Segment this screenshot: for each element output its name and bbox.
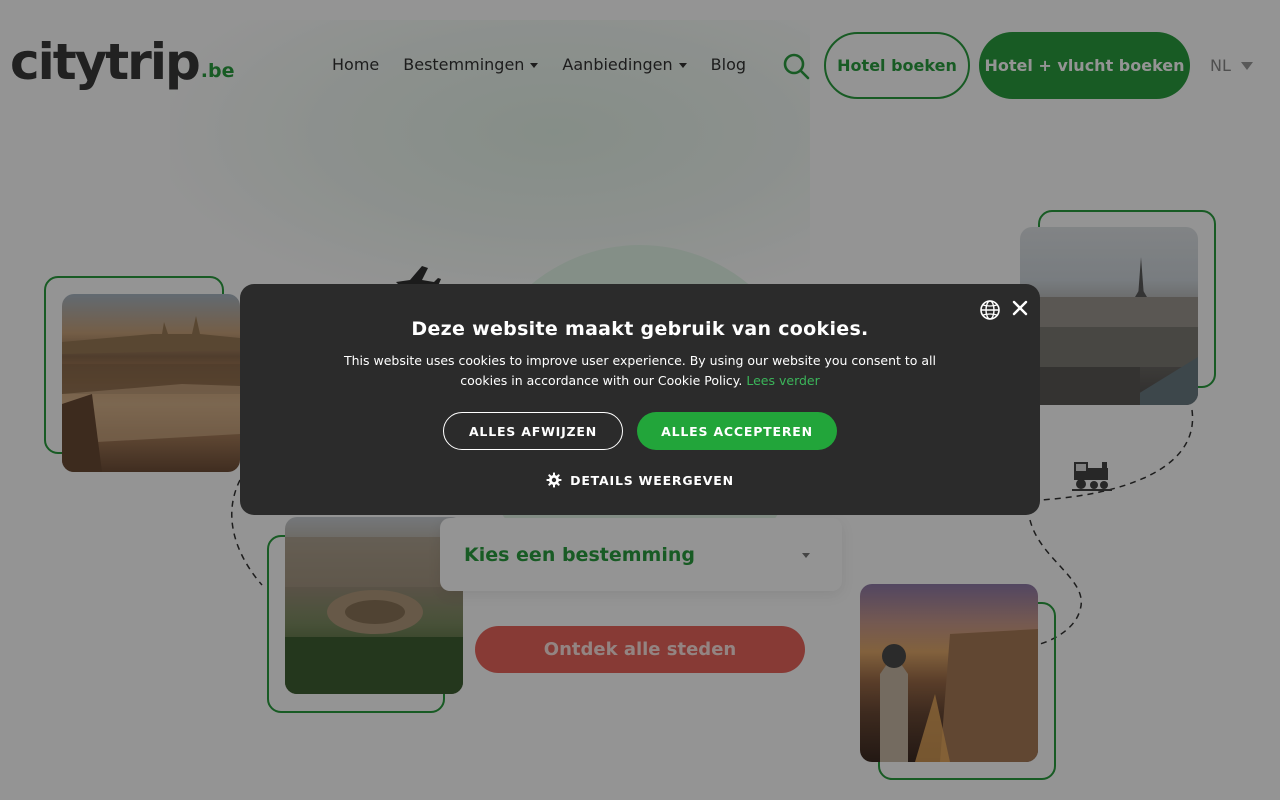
read-more-link[interactable]: Lees verder (746, 373, 819, 388)
cookie-description-text: This website uses cookies to improve use… (343, 353, 936, 388)
cookie-title: Deze website maakt gebruik van cookies. (411, 318, 869, 340)
show-details-label: DETAILS WEERGEVEN (570, 472, 734, 488)
page: Kies een bestemming Ontdek alle steden c… (0, 0, 1280, 800)
accept-all-button[interactable]: ALLES ACCEPTEREN (637, 412, 837, 450)
close-icon[interactable] (1010, 298, 1030, 318)
cookie-dialog: Deze website maakt gebruik van cookies. … (240, 284, 1040, 515)
show-details-button[interactable]: DETAILS WEERGEVEN (240, 472, 1040, 488)
reject-all-button[interactable]: ALLES AFWIJZEN (443, 412, 623, 450)
cookie-description: This website uses cookies to improve use… (335, 351, 945, 391)
gear-icon (546, 472, 562, 488)
